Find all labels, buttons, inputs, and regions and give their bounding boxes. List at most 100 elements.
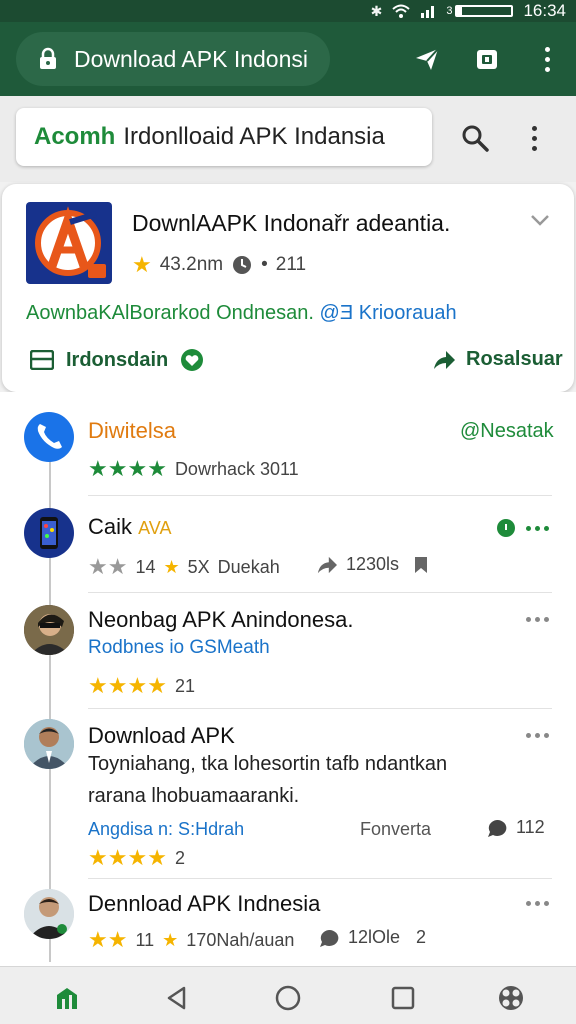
browser-menu-button[interactable] — [534, 46, 560, 72]
item-title-row: Caik AVA — [88, 514, 172, 540]
back-icon[interactable] — [164, 985, 190, 1011]
item-rating-row: ★★★★ 2 — [88, 845, 185, 871]
chevron-down-icon[interactable] — [528, 208, 552, 232]
star-icon: ★ — [107, 673, 128, 698]
item-link[interactable]: Rodbnes io GSMeath — [88, 637, 270, 659]
featured-meta-extra: 211 — [275, 254, 307, 275]
battery-label: 3 — [446, 5, 453, 17]
item-subtitle: Dowrhack 3011 — [174, 458, 299, 479]
item-meta-row: ★★ 14 ★ 5X Duekah — [88, 554, 280, 580]
star-icon: ★ — [107, 845, 128, 870]
item-link[interactable]: Angdisa n: S:Hdrah — [88, 819, 244, 840]
star-icon: ★ — [147, 456, 167, 481]
system-nav-bar — [0, 966, 576, 1024]
send-button[interactable] — [414, 46, 440, 72]
person-avatar-image — [24, 605, 74, 655]
check-heart-icon — [181, 349, 204, 371]
item-more-button[interactable] — [526, 617, 549, 622]
rating-stars: ★★★★ — [88, 845, 167, 871]
item-body-line-2: rarana lhobuamaaranki. — [88, 785, 300, 807]
browser-toolbar: Download APK Indonsi — [0, 22, 576, 96]
featured-desc-green: AownbaKAlBorarkod Ondnesan. — [26, 302, 314, 324]
featured-left-action[interactable]: Irdonsdain — [30, 348, 204, 372]
item-more-button[interactable] — [526, 733, 549, 738]
more-vert-icon — [544, 46, 550, 52]
status-time: 16:34 — [523, 1, 566, 20]
list-item[interactable]: Download APK Toyniahang, tka lohesortin … — [0, 709, 576, 877]
featured-left-label: Irdonsdain — [66, 348, 169, 371]
item-meta-row: ★★ 11 ★ 170Nah/auan — [88, 927, 294, 953]
star-icon: ★ — [107, 927, 128, 952]
signal-icon — [421, 6, 435, 18]
clock-icon — [233, 256, 252, 274]
tab-switch-button[interactable] — [474, 46, 500, 72]
star-icon: ★ — [88, 673, 108, 698]
square-recents-icon[interactable] — [390, 985, 416, 1011]
item-tag[interactable]: @Nesatak — [460, 420, 554, 443]
item-stars-text: 14 — [135, 556, 156, 577]
featured-desc-link[interactable]: @Ǝ Krioorauah — [320, 302, 457, 324]
item-title: Download APK — [88, 723, 235, 748]
search-input[interactable]: Acomh Irdonlloaid APK Indansia — [16, 108, 432, 166]
star-icon: ★ — [88, 456, 108, 481]
battery-icon — [455, 5, 514, 17]
lock-icon — [40, 47, 56, 69]
featured-meta: ★ 43.2nm • 211 — [132, 252, 306, 278]
home-icon[interactable] — [54, 985, 80, 1011]
item-title: Dennload APK Indnesia — [88, 891, 321, 916]
wifi-icon — [392, 4, 410, 18]
bookmark-box-icon — [30, 350, 54, 370]
url-bar[interactable]: Download APK Indonsi — [16, 32, 330, 86]
share-arrow-icon — [317, 556, 337, 573]
item-title: Diwitelsa — [88, 418, 177, 443]
phone-icon — [37, 424, 62, 449]
item-count: 2 — [174, 847, 185, 868]
bluetooth-icon: ✱ — [370, 2, 383, 19]
person-avatar-image — [24, 889, 74, 939]
list-item[interactable]: Neonbag APK Anindonesa. Rodbnes io GSMea… — [0, 593, 576, 699]
dot-separator: • — [261, 254, 268, 275]
battery-indicator: 3 — [446, 5, 514, 17]
featured-app-card[interactable]: DownlAAPK Indonařr adeantia. ★ 43.2nm • … — [2, 184, 574, 392]
item-count: 170Nah/auan — [186, 929, 295, 950]
url-title: Download APK Indonsi — [74, 45, 308, 72]
item-stars-text: 11 — [135, 929, 155, 950]
more-horiz-icon — [526, 526, 531, 531]
star-icon: ★ — [88, 845, 108, 870]
comment-icon — [320, 929, 339, 947]
search-row: Acomh Irdonlloaid APK Indansia — [0, 96, 576, 182]
search-more-button[interactable] — [524, 122, 544, 154]
item-comments-count: 112 — [516, 817, 545, 837]
circle-home-icon[interactable] — [275, 985, 301, 1011]
item-title-row: Download APK — [88, 723, 235, 749]
rating-stars: ★★ — [88, 554, 127, 580]
app-switcher-icon[interactable] — [498, 985, 524, 1011]
item-share-row[interactable]: 1230ls — [316, 554, 429, 575]
featured-title: DownlAAPK Indonařr adeantia. — [132, 210, 451, 236]
phone-app-icon — [40, 517, 58, 549]
featured-description: AownbaKAlBorarkod Ondnesan. @Ǝ Kriooraua… — [26, 302, 457, 325]
more-horiz-icon — [526, 901, 531, 906]
search-prefix: Acomh — [34, 123, 116, 150]
star-icon: ★ — [147, 845, 167, 870]
featured-right-action[interactable]: Rosalsuar — [432, 348, 563, 371]
item-comments[interactable]: 112 — [486, 817, 545, 838]
share-arrow-icon — [434, 350, 455, 369]
list-item[interactable]: Diwitelsa @Nesatak ★★★★ Dowrhack 3011 — [0, 392, 576, 495]
avatar — [24, 412, 74, 462]
star-icon: ★ — [88, 554, 108, 579]
search-icon[interactable] — [460, 123, 490, 153]
bookmark-icon — [415, 556, 428, 573]
item-more-button[interactable] — [526, 901, 549, 906]
star-icon: ★ — [127, 845, 148, 870]
more-horiz-icon — [526, 617, 531, 622]
item-comments[interactable]: 12lOle 2 — [318, 927, 426, 948]
item-more-button[interactable] — [526, 526, 549, 531]
rating-stars: ★★ — [88, 927, 127, 953]
list-item[interactable]: Dennload APK Indnesia ★★ 11 ★ 170Nah/aua… — [0, 879, 576, 966]
item-tag: Fonverta — [360, 819, 432, 839]
more-vert-icon — [531, 125, 537, 131]
star-icon: ★ — [107, 554, 128, 579]
star-icon: ★ — [162, 929, 179, 950]
list-item[interactable]: Caik AVA ★★ 14 ★ 5X Duekah 1230ls — [0, 496, 576, 592]
